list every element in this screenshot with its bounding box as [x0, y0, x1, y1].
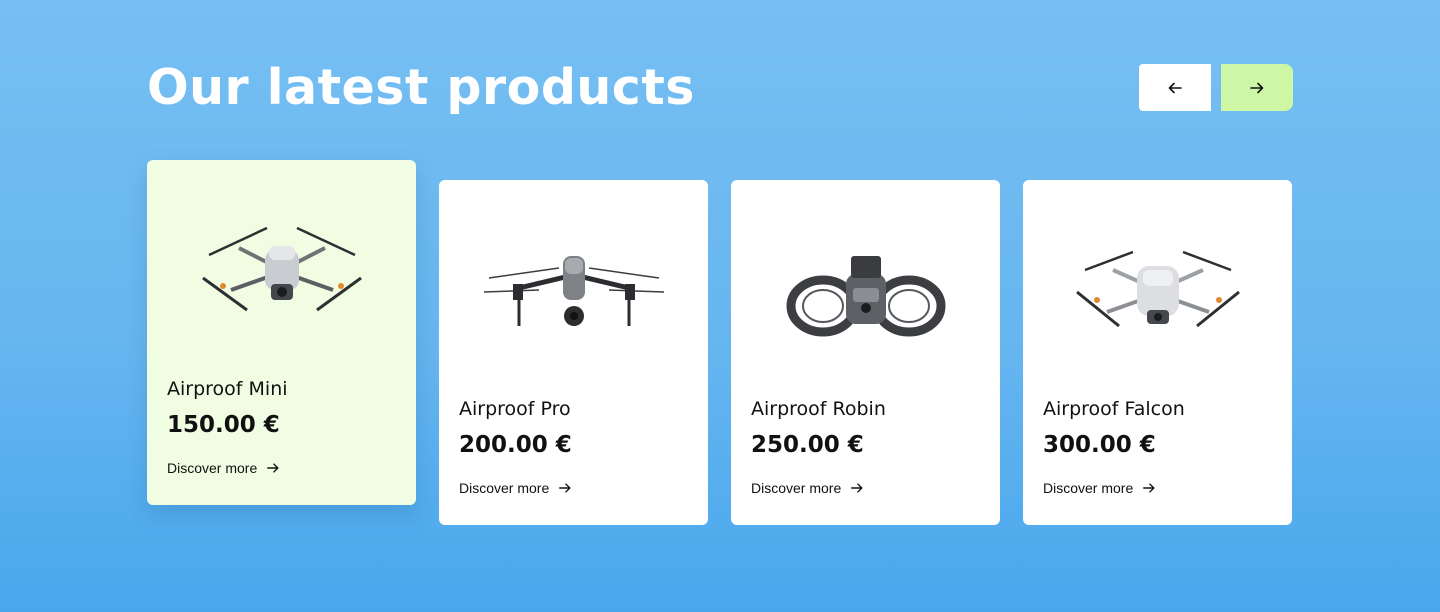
drone-falcon-image: [1076, 250, 1240, 328]
drone-robin-image: [786, 256, 946, 337]
discover-more-link[interactable]: Discover more: [1043, 480, 1156, 496]
arrow-right-icon: [1250, 82, 1264, 93]
latest-products-section: Our latest products Airproof Mini 150.00…: [0, 0, 1440, 612]
product-name: Airproof Falcon: [1043, 398, 1185, 420]
discover-more-label: Discover more: [1043, 480, 1134, 496]
product-price: 200.00 €: [459, 432, 572, 458]
discover-more-label: Discover more: [459, 480, 550, 496]
product-card[interactable]: Airproof Pro 200.00 € Discover more: [439, 180, 708, 525]
drone-pro-image: [483, 256, 665, 326]
product-card[interactable]: Airproof Robin 250.00 € Discover more: [731, 180, 1000, 525]
discover-more-link[interactable]: Discover more: [751, 480, 864, 496]
product-name: Airproof Mini: [167, 378, 288, 400]
arrow-left-icon: [1168, 82, 1182, 93]
product-price: 150.00 €: [167, 412, 280, 438]
arrow-right-icon: [1143, 483, 1155, 493]
product-name: Airproof Pro: [459, 398, 571, 420]
section-title: Our latest products: [147, 59, 695, 116]
previous-button[interactable]: [1139, 64, 1211, 111]
product-card[interactable]: Airproof Mini 150.00 € Discover more: [147, 160, 416, 505]
discover-more-link[interactable]: Discover more: [459, 480, 572, 496]
discover-more-label: Discover more: [751, 480, 842, 496]
product-price: 300.00 €: [1043, 432, 1156, 458]
product-name: Airproof Robin: [751, 398, 886, 420]
drone-mini-image: [202, 226, 362, 312]
carousel-nav: [1139, 64, 1293, 111]
arrow-right-icon: [559, 483, 571, 493]
arrow-right-icon: [267, 463, 279, 473]
arrow-right-icon: [851, 483, 863, 493]
discover-more-label: Discover more: [167, 460, 258, 476]
product-card[interactable]: Airproof Falcon 300.00 € Discover more: [1023, 180, 1292, 525]
discover-more-link[interactable]: Discover more: [167, 460, 280, 476]
next-button[interactable]: [1221, 64, 1293, 111]
product-price: 250.00 €: [751, 432, 864, 458]
